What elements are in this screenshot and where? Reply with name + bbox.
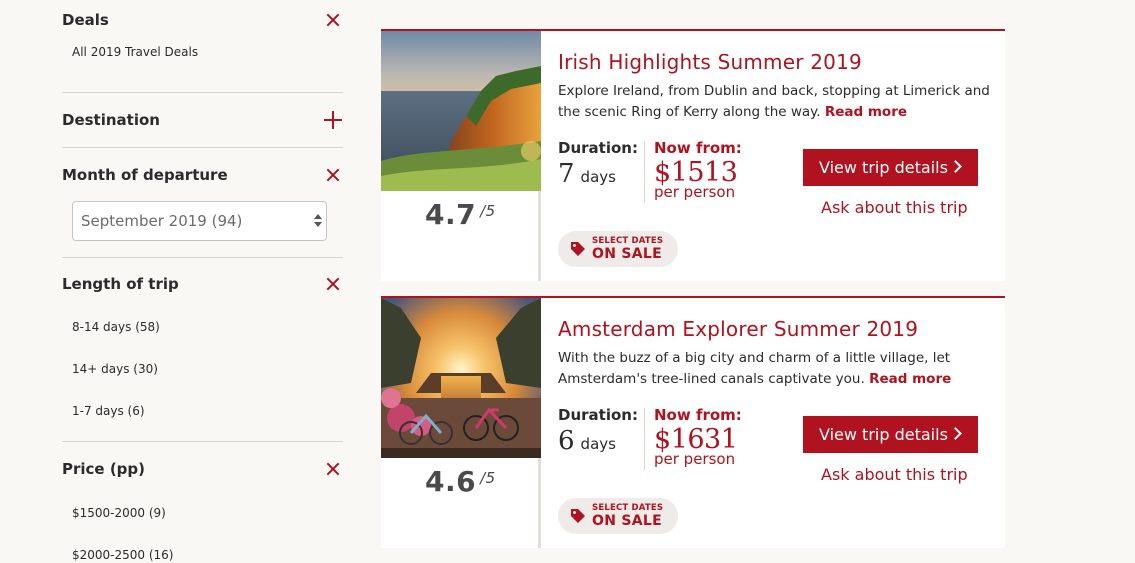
filter-destination-header[interactable]: Destination — [62, 93, 343, 147]
ask-about-trip-link[interactable]: Ask about this trip — [821, 465, 968, 484]
divider — [644, 408, 645, 470]
plus-icon[interactable] — [324, 111, 342, 129]
duration-number: 7 — [558, 159, 575, 189]
trip-price: Now from: $1513 per person — [654, 139, 742, 201]
view-trip-details-button[interactable]: View trip details — [803, 416, 978, 453]
tag-icon — [570, 508, 586, 524]
price-label: Now from: — [654, 139, 742, 157]
badge-small-text: SELECT DATES — [592, 236, 664, 247]
close-icon[interactable] — [324, 275, 342, 293]
trip-card-media: 4.6/5 — [381, 298, 541, 548]
rating: 4.7/5 — [425, 198, 496, 231]
badge-text: SELECT DATES ON SALE — [592, 504, 663, 528]
filter-option[interactable]: 8-14 days (58) — [62, 320, 343, 334]
duration-number: 6 — [558, 426, 575, 456]
view-trip-details-button[interactable]: View trip details — [803, 149, 978, 186]
duration-label: Duration: — [558, 406, 638, 424]
rating-value: 4.7 — [425, 198, 477, 231]
filter-option[interactable]: $1500-2000 (9) — [62, 506, 343, 520]
trip-description: With the buzz of a big city and charm of… — [558, 348, 998, 390]
month-select[interactable]: September 2019 (94) — [72, 201, 327, 241]
filter-option[interactable]: All 2019 Travel Deals — [62, 45, 343, 59]
tag-icon — [570, 241, 586, 257]
close-icon[interactable] — [324, 11, 342, 29]
filter-month-label: Month of departure — [62, 165, 228, 184]
badge-big-text: ON SALE — [592, 245, 662, 262]
on-sale-badge[interactable]: SELECT DATES ON SALE — [558, 498, 678, 534]
filter-price: Price (pp) $1500-2000 (9) $2000-2500 (16… — [62, 442, 343, 562]
filter-option[interactable]: 1-7 days (6) — [62, 404, 343, 418]
badge-text: SELECT DATES ON SALE — [592, 237, 663, 261]
trip-duration: Duration: 7 days — [558, 139, 638, 189]
filter-destination: Destination — [62, 93, 343, 148]
duration-unit: days — [580, 168, 616, 186]
badge-small-text: SELECT DATES — [592, 503, 664, 514]
trip-photo-amsterdam[interactable] — [381, 298, 541, 458]
trip-price: Now from: $1631 per person — [654, 406, 742, 468]
filter-sidebar: Deals All 2019 Travel Deals Destination … — [62, 0, 343, 563]
filter-price-label: Price (pp) — [62, 460, 146, 478]
read-more-link[interactable]: Read more — [869, 371, 951, 387]
rating: 4.6/5 — [425, 465, 496, 498]
filter-deals: Deals All 2019 Travel Deals — [62, 0, 343, 93]
view-trip-details-label: View trip details — [819, 425, 948, 444]
trip-photo-ireland[interactable] — [381, 31, 541, 191]
filter-deals-header[interactable]: Deals — [62, 0, 343, 40]
month-select-value: September 2019 (94) — [81, 212, 243, 230]
rating-max: /5 — [480, 469, 496, 487]
view-trip-details-label: View trip details — [819, 158, 948, 177]
duration-value: 7 days — [558, 159, 638, 189]
filter-price-header[interactable]: Price (pp) — [62, 442, 343, 496]
trip-card-media: 4.7/5 — [381, 31, 541, 281]
close-icon[interactable] — [324, 460, 342, 478]
filter-length-header[interactable]: Length of trip — [62, 258, 343, 310]
duration-label: Duration: — [558, 139, 638, 157]
price-unit: per person — [654, 183, 736, 201]
rating-value: 4.6 — [425, 465, 477, 498]
badge-big-text: ON SALE — [592, 512, 662, 529]
ask-about-trip-link[interactable]: Ask about this trip — [821, 198, 968, 217]
filter-month: Month of departure September 2019 (94) — [62, 148, 343, 258]
trip-card: 4.7/5 Irish Highlights Summer 2019 Explo… — [381, 29, 1005, 281]
filter-length: Length of trip 8-14 days (58) 14+ days (… — [62, 258, 343, 442]
close-icon[interactable] — [324, 166, 342, 184]
price-label: Now from: — [654, 406, 742, 424]
select-arrows-icon — [314, 214, 322, 230]
trip-title[interactable]: Amsterdam Explorer Summer 2019 — [558, 317, 918, 341]
duration-unit: days — [580, 435, 616, 453]
rating-max: /5 — [480, 202, 496, 220]
chevron-right-icon — [949, 160, 962, 173]
chevron-right-icon — [949, 427, 962, 440]
duration-value: 6 days — [558, 426, 638, 456]
filter-destination-label: Destination — [62, 111, 160, 129]
filter-deals-label: Deals — [62, 11, 109, 29]
trip-title[interactable]: Irish Highlights Summer 2019 — [558, 50, 862, 74]
filter-month-header[interactable]: Month of departure — [62, 148, 343, 201]
filter-length-label: Length of trip — [62, 275, 179, 293]
read-more-link[interactable]: Read more — [825, 104, 907, 120]
trip-card: 4.6/5 Amsterdam Explorer Summer 2019 Wit… — [381, 296, 1005, 548]
on-sale-badge[interactable]: SELECT DATES ON SALE — [558, 231, 678, 267]
filter-option[interactable]: 14+ days (30) — [62, 362, 343, 376]
divider — [644, 141, 645, 203]
trip-duration: Duration: 6 days — [558, 406, 638, 456]
filter-option[interactable]: $2000-2500 (16) — [62, 548, 343, 562]
price-unit: per person — [654, 450, 736, 468]
trip-description-text: Explore Ireland, from Dublin and back, s… — [558, 83, 990, 120]
trip-description: Explore Ireland, from Dublin and back, s… — [558, 81, 998, 123]
